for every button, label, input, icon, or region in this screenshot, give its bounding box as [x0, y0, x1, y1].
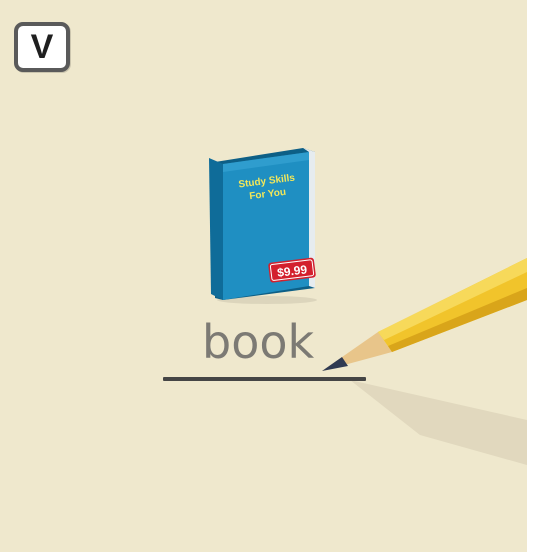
vocabulary-word: book [202, 315, 315, 369]
pencil-icon [322, 258, 527, 465]
word-type-badge: V [14, 22, 70, 72]
word-type-letter: V [30, 28, 54, 66]
vocabulary-card: V Study Skills For You $9.99 book [0, 0, 527, 552]
